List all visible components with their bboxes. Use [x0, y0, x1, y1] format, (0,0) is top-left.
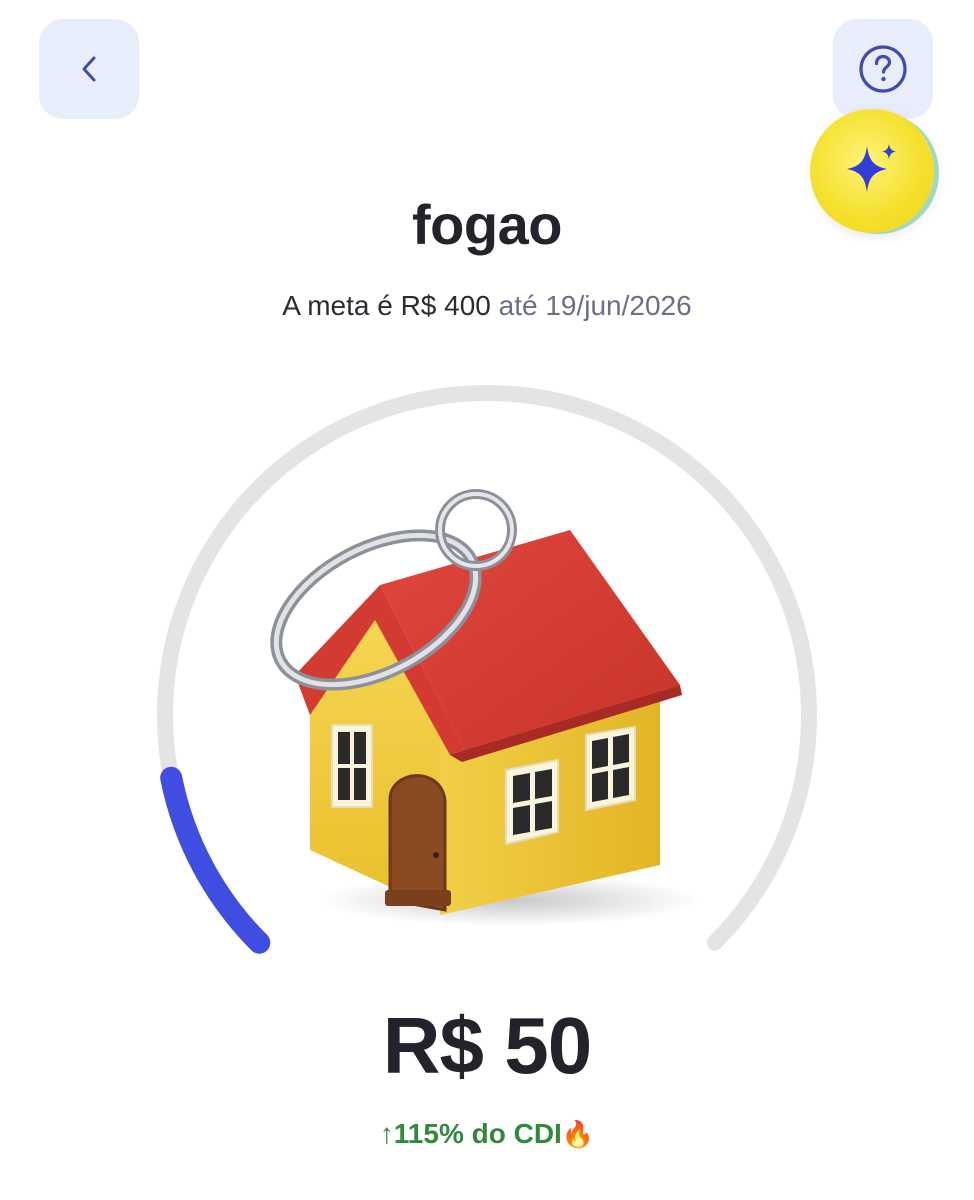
- fire-emoji: 🔥: [561, 1119, 595, 1149]
- question-circle-icon: [859, 45, 907, 93]
- progress-fill: [160, 766, 271, 954]
- yield-label: ↑115% do CDI: [379, 1118, 562, 1149]
- goal-title: fogao: [412, 193, 562, 256]
- goal-deadline: até 19/jun/2026: [498, 290, 692, 321]
- goal-target: A meta é R$ 400: [282, 290, 491, 321]
- help-button[interactable]: [833, 19, 933, 119]
- balance-amount: R$ 50: [382, 1001, 592, 1090]
- goal-subtitle: A meta é R$ 400 até 19/jun/2026: [0, 290, 974, 322]
- house-keychain-illustration: [270, 489, 700, 926]
- chevron-left-icon: [82, 56, 96, 82]
- yield-indicator: ↑115% do CDI🔥: [0, 1118, 974, 1150]
- back-button[interactable]: [39, 19, 139, 119]
